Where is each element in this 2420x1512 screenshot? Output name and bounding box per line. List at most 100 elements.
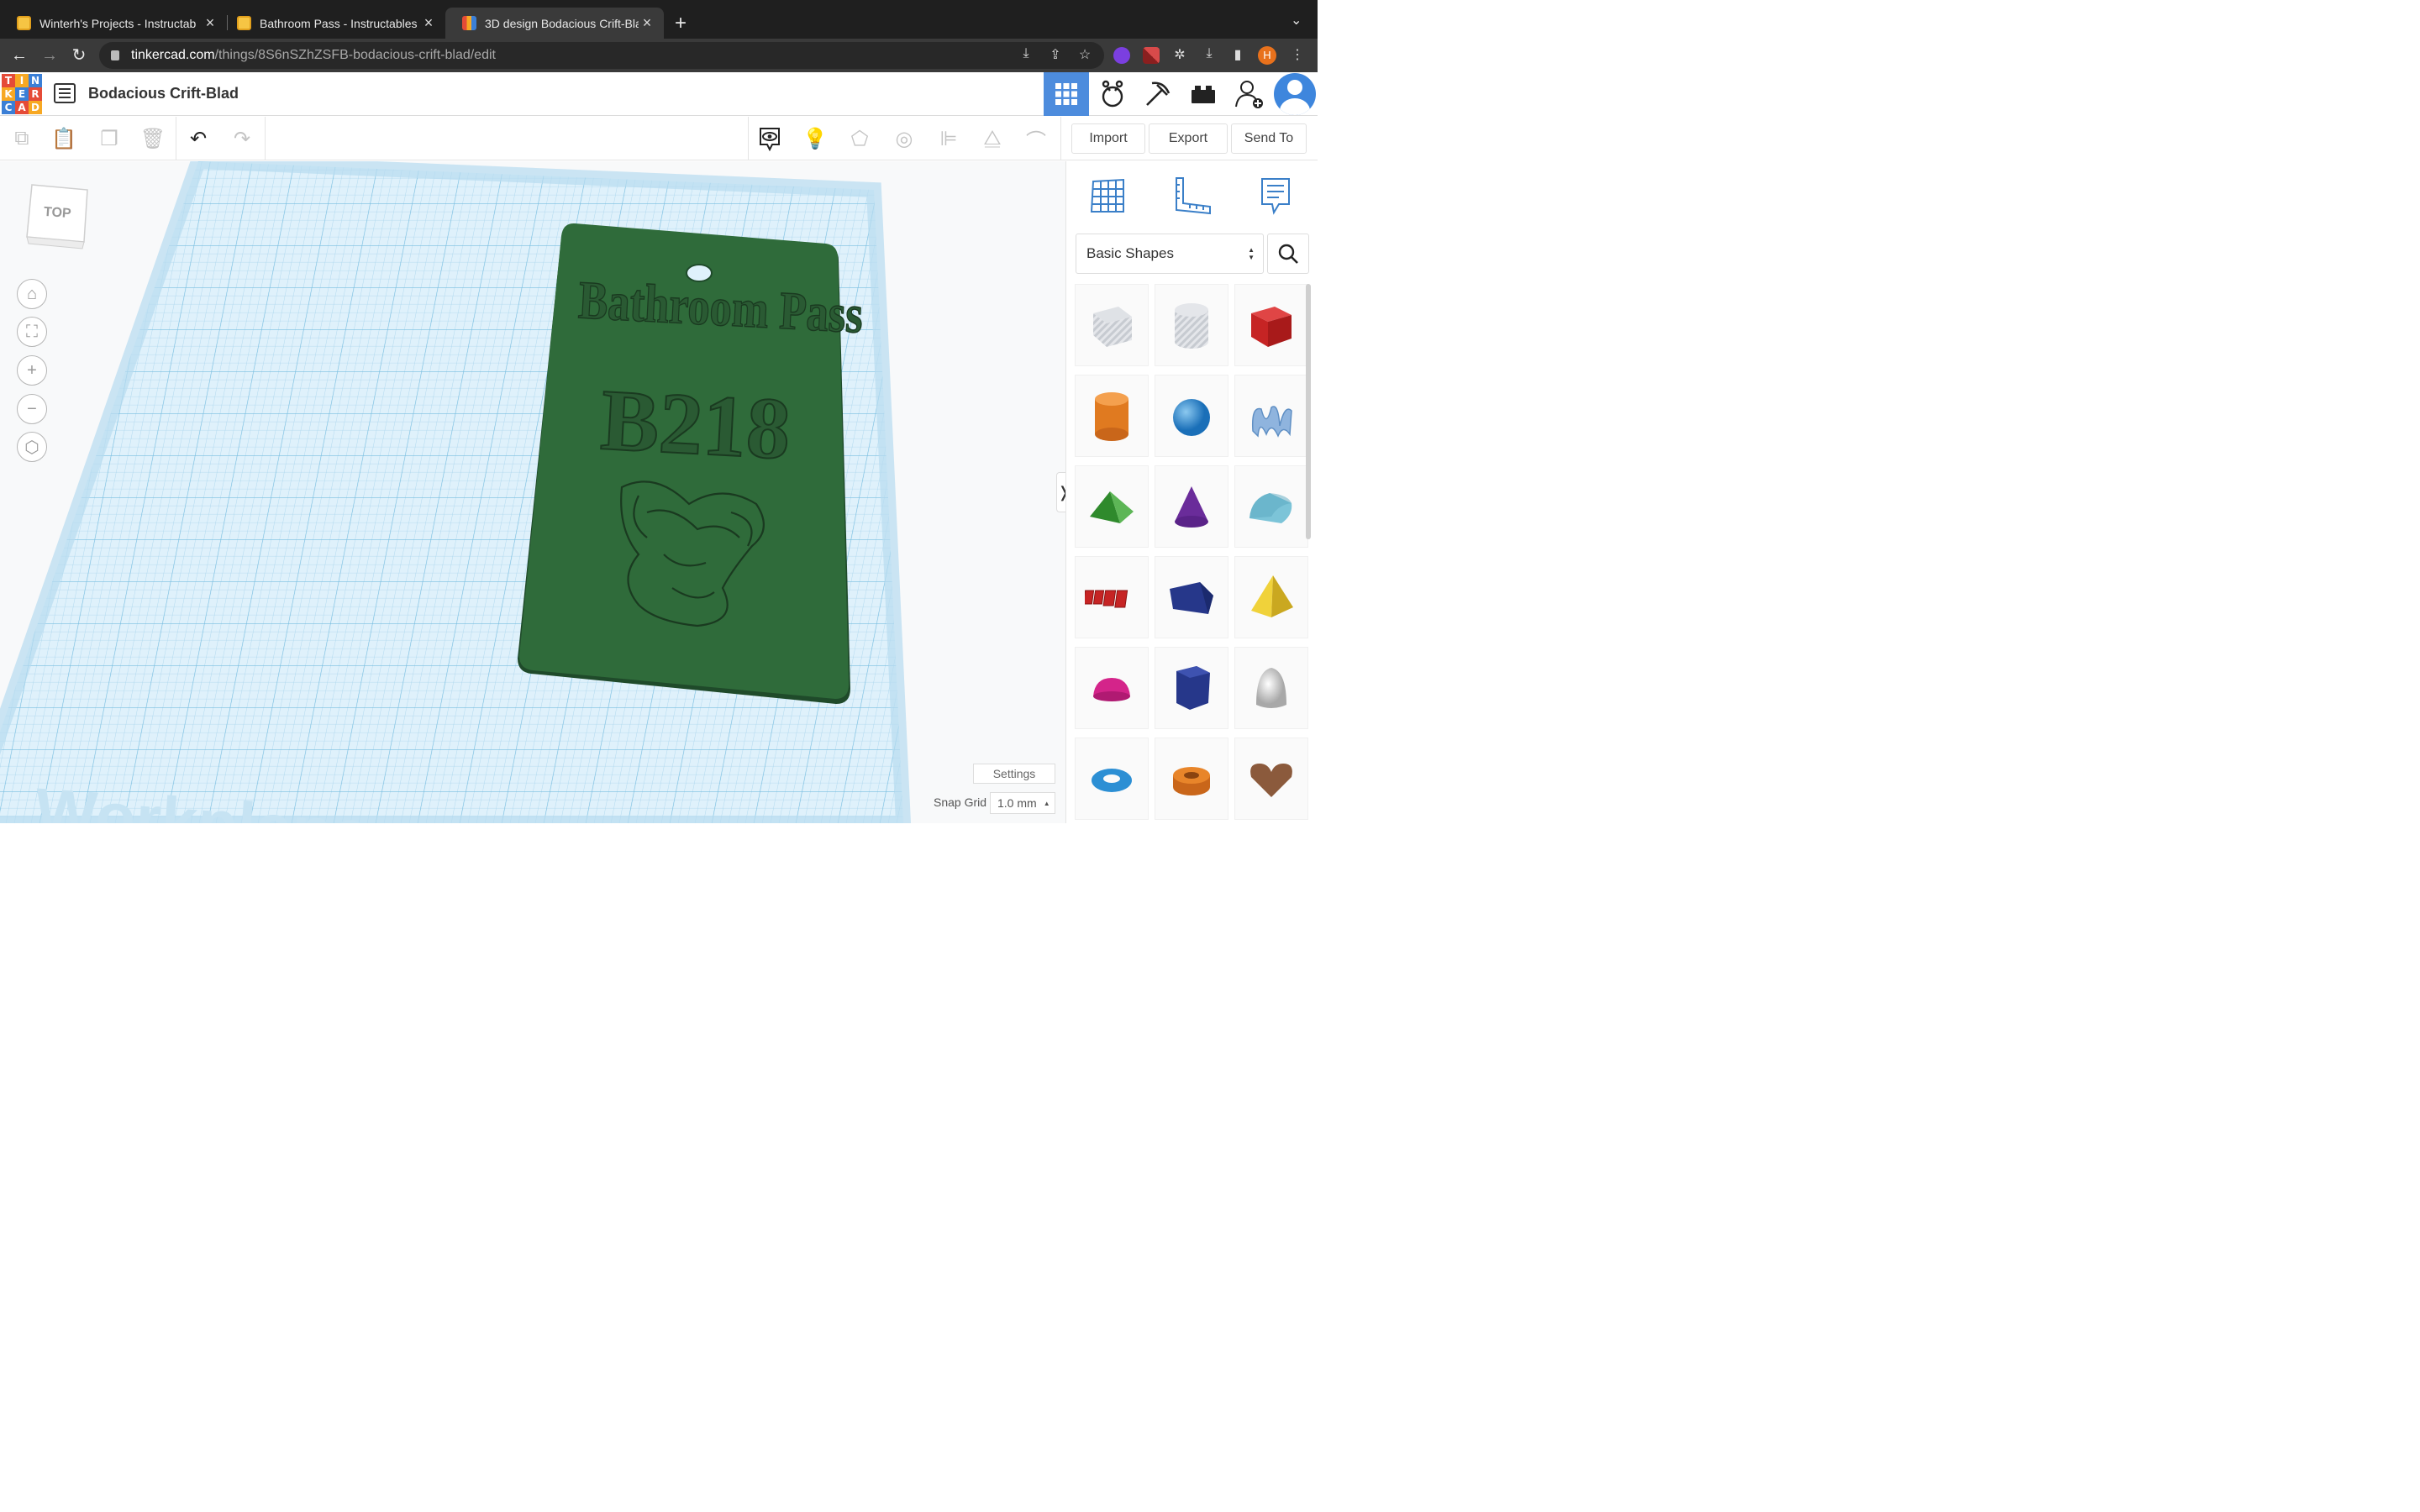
minecraft-button[interactable] bbox=[1135, 72, 1181, 116]
workplane-canvas[interactable]: Workplane Bathroom Pass B218 bbox=[0, 161, 1065, 823]
bookmark-star-icon[interactable]: ☆ bbox=[1076, 46, 1094, 65]
paste-icon[interactable]: 📋 bbox=[49, 123, 79, 154]
tinkercad-logo[interactable]: TIN KER CAD bbox=[2, 74, 42, 114]
import-button[interactable]: Import bbox=[1071, 123, 1145, 154]
box-hole-shape bbox=[1093, 307, 1132, 347]
shape-tile-cone[interactable] bbox=[1155, 465, 1228, 548]
box-shape bbox=[1251, 307, 1292, 347]
lego-brick-icon bbox=[1192, 86, 1215, 103]
invite-user-button[interactable] bbox=[1227, 72, 1272, 116]
export-button[interactable]: Export bbox=[1149, 123, 1228, 154]
settings-button[interactable]: Settings bbox=[973, 764, 1055, 784]
zoom-out-icon[interactable]: − bbox=[17, 394, 47, 424]
lightbulb-icon[interactable]: 💡 bbox=[800, 123, 830, 154]
shape-library-select[interactable]: Basic Shapes bbox=[1076, 234, 1264, 274]
new-tab-button[interactable]: + bbox=[675, 12, 687, 35]
shape-tile-round-roof[interactable] bbox=[1234, 465, 1308, 548]
paraboloid-shape bbox=[1256, 668, 1286, 708]
k-extension-icon[interactable] bbox=[1113, 47, 1130, 64]
install-app-icon[interactable]: ⤓ bbox=[1017, 46, 1035, 65]
ruler-tool-button[interactable] bbox=[1168, 173, 1215, 218]
notes-tool-button[interactable] bbox=[1252, 173, 1299, 218]
shape-tile-cylinder-hole[interactable] bbox=[1155, 284, 1228, 366]
snap-grid-select[interactable]: 1.0 mm bbox=[990, 792, 1055, 814]
duplicate-icon[interactable]: ❐ bbox=[94, 123, 124, 154]
kebab-menu-icon[interactable]: ⋮ bbox=[1288, 46, 1307, 65]
cruise-magnet-icon[interactable]: ⌒ bbox=[1021, 123, 1051, 154]
instructables-robot-icon bbox=[237, 16, 251, 30]
logo-letter: A bbox=[15, 101, 29, 114]
shape-tile-paraboloid[interactable] bbox=[1234, 647, 1308, 729]
shape-tile-torus[interactable] bbox=[1075, 738, 1149, 820]
url-field[interactable]: tinkercad.com/things/8S6nSZhZSFB-bodacio… bbox=[99, 42, 1104, 69]
shape-tile-cylinder[interactable] bbox=[1075, 375, 1149, 457]
shape-tile-scribble[interactable] bbox=[1234, 375, 1308, 457]
mirror-icon[interactable]: ⧋ bbox=[977, 123, 1007, 154]
notes-eye-icon[interactable] bbox=[755, 123, 785, 154]
redo-icon[interactable]: ↷ bbox=[227, 123, 257, 154]
bathroom-pass-tag[interactable]: Bathroom Pass B218 bbox=[518, 223, 865, 705]
panel-scrollbar[interactable] bbox=[1306, 284, 1311, 539]
shape-tile-box-hole[interactable] bbox=[1075, 284, 1149, 366]
workplane-tool-button[interactable] bbox=[1084, 173, 1131, 218]
logo-letter: D bbox=[29, 101, 42, 114]
cylinder-shape bbox=[1095, 392, 1128, 441]
invite-user-icon bbox=[1235, 81, 1263, 108]
profile-avatar[interactable]: H bbox=[1258, 46, 1276, 65]
shape-tile-wedge[interactable] bbox=[1155, 556, 1228, 638]
group-icon[interactable]: ⬠ bbox=[844, 123, 875, 154]
side-panel-icon[interactable]: ▮ bbox=[1228, 46, 1247, 65]
browser-tab-2[interactable]: Bathroom Pass - Instructables × bbox=[220, 8, 445, 39]
browser-tab-3[interactable]: 3D design Bodacious Crift-Blac × bbox=[445, 8, 664, 39]
reload-icon[interactable]: ↻ bbox=[68, 45, 90, 66]
trash-icon[interactable]: 🗑 bbox=[138, 123, 168, 154]
toolbar-divider bbox=[1060, 117, 1061, 160]
shape-tile-text[interactable] bbox=[1075, 556, 1149, 638]
browser-tab-1[interactable]: Winterh's Projects - Instructab × bbox=[0, 8, 227, 39]
shape-tile-pyramid[interactable] bbox=[1234, 556, 1308, 638]
tag-text-line2: B218 bbox=[598, 371, 792, 478]
zoom-in-icon[interactable]: + bbox=[17, 355, 47, 386]
workplane-grid-icon bbox=[1090, 178, 1124, 213]
codeblocks-button[interactable] bbox=[1090, 72, 1135, 116]
fit-view-icon[interactable]: ⛶ bbox=[17, 317, 47, 347]
copy-icon[interactable]: ⧉ bbox=[7, 123, 37, 154]
shape-tile-roof[interactable] bbox=[1075, 465, 1149, 548]
ungroup-icon[interactable]: ◎ bbox=[889, 123, 919, 154]
forward-arrow-icon[interactable]: → bbox=[39, 45, 60, 66]
close-icon[interactable]: × bbox=[420, 14, 437, 32]
heart-shape bbox=[1250, 764, 1292, 797]
lego-bricks-button[interactable] bbox=[1181, 72, 1226, 116]
shape-tile-box[interactable] bbox=[1234, 284, 1308, 366]
shape-tile-half-sphere[interactable] bbox=[1075, 647, 1149, 729]
home-view-icon[interactable]: ⌂ bbox=[17, 279, 47, 309]
undo-icon[interactable]: ↶ bbox=[183, 123, 213, 154]
shape-tile-heart[interactable] bbox=[1234, 738, 1308, 820]
tinkercad-icon bbox=[462, 16, 476, 30]
scribble-shape bbox=[1251, 406, 1292, 438]
share-icon[interactable]: ⇪ bbox=[1046, 46, 1065, 65]
logo-letter: N bbox=[29, 74, 42, 87]
workplane-viewport[interactable]: Workplane Bathroom Pass B218 TOP ⌂ ⛶ + −… bbox=[0, 161, 1065, 823]
shape-tile-polygon[interactable] bbox=[1155, 647, 1228, 729]
tab-title: Winterh's Projects - Instructab bbox=[39, 16, 197, 30]
3d-design-view-button[interactable] bbox=[1044, 72, 1089, 116]
close-icon[interactable]: × bbox=[639, 14, 655, 32]
shape-tile-sphere[interactable] bbox=[1155, 375, 1228, 457]
chevron-down-icon[interactable]: ⌄ bbox=[1291, 12, 1302, 29]
align-icon[interactable]: ⊫ bbox=[934, 123, 964, 154]
design-list-icon[interactable] bbox=[54, 83, 76, 103]
back-arrow-icon[interactable]: ← bbox=[8, 45, 30, 66]
puzzle-icon[interactable]: ✲ bbox=[1171, 46, 1189, 65]
extension-icon[interactable] bbox=[1143, 47, 1160, 64]
view-cube[interactable]: TOP bbox=[25, 183, 88, 249]
minecraft-pickaxe-icon bbox=[1146, 81, 1171, 106]
shape-tile-tube[interactable] bbox=[1155, 738, 1228, 820]
user-avatar[interactable] bbox=[1274, 73, 1316, 115]
download-icon[interactable]: ⤓ bbox=[1200, 46, 1218, 65]
design-title[interactable]: Bodacious Crift-Blad bbox=[88, 85, 239, 102]
perspective-cube-icon[interactable]: ⬡ bbox=[17, 432, 47, 462]
send-to-button[interactable]: Send To bbox=[1231, 123, 1307, 154]
close-icon[interactable]: × bbox=[202, 14, 218, 32]
shape-search-button[interactable] bbox=[1267, 234, 1309, 274]
